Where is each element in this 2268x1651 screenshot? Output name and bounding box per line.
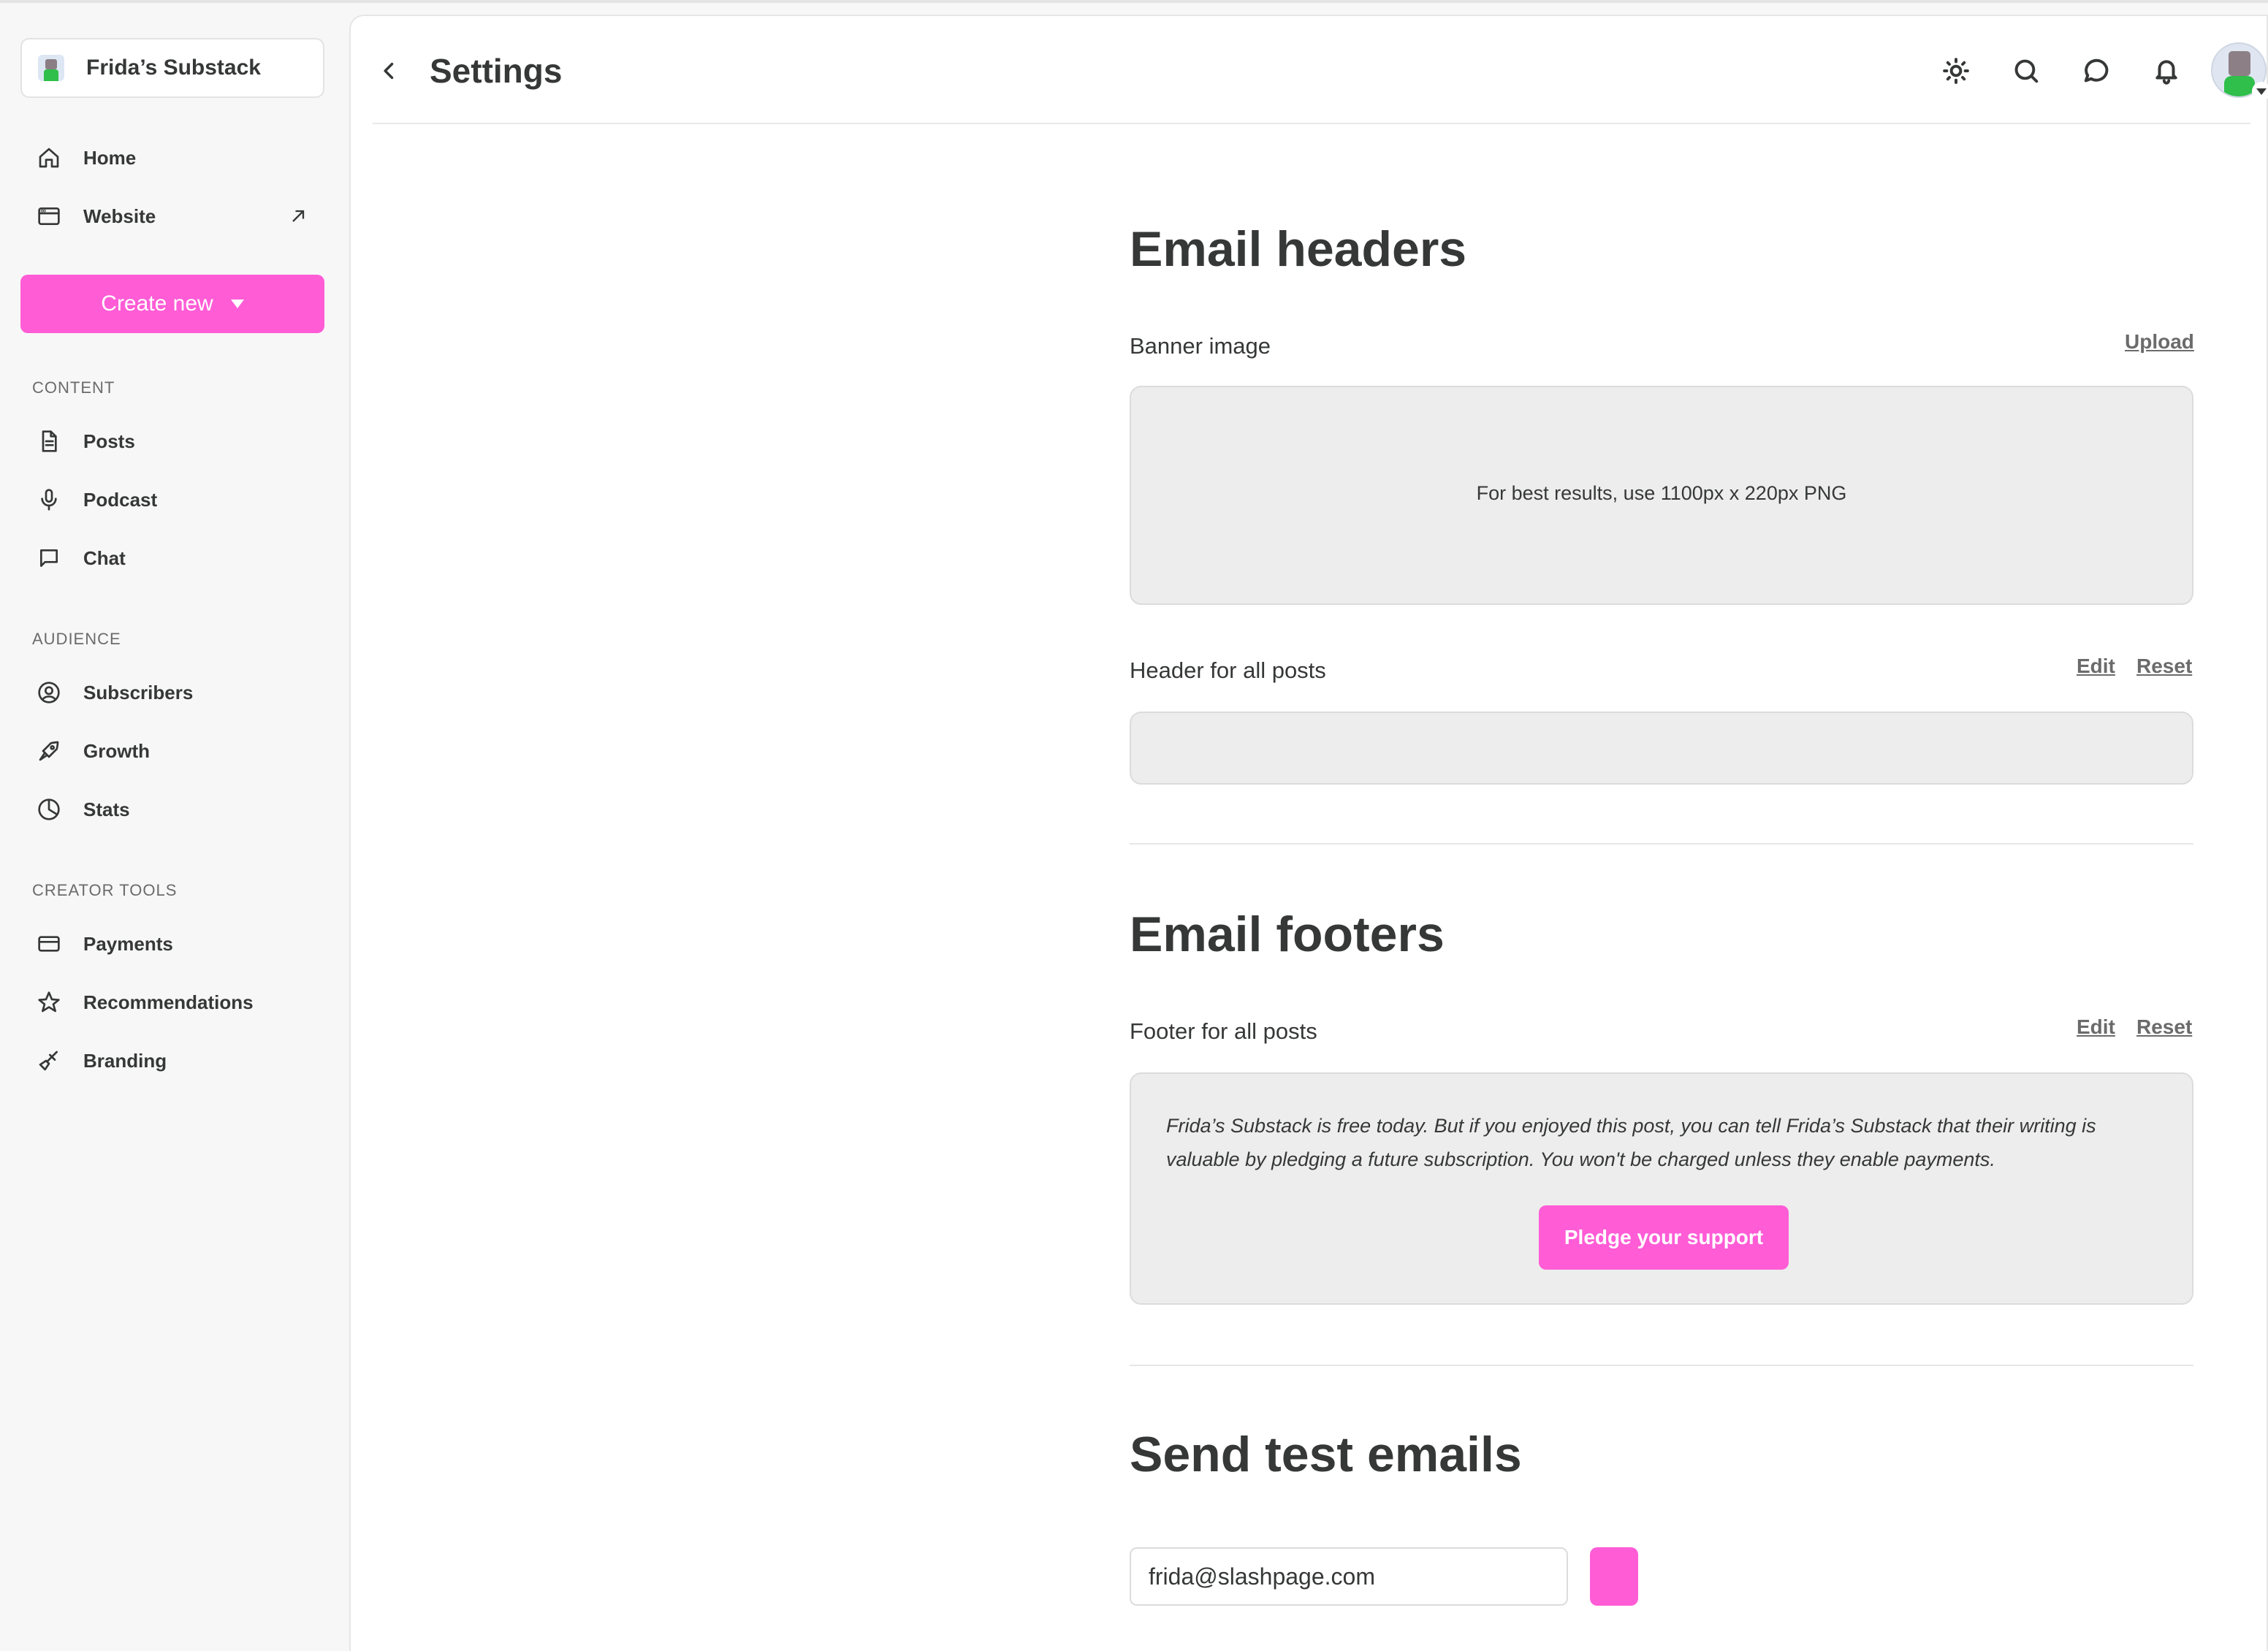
sidebar-item-growth[interactable]: Growth xyxy=(20,725,324,777)
sidebar-item-label: Recommendations xyxy=(83,991,254,1013)
search-icon xyxy=(2014,59,2039,83)
pie-chart-icon xyxy=(37,797,61,822)
sidebar-item-chat[interactable]: Chat xyxy=(20,532,324,584)
caret-down-icon xyxy=(230,300,244,308)
sidebar-item-label: Posts xyxy=(83,430,135,452)
section-title-audience: AUDIENCE xyxy=(32,630,121,648)
notifications-button[interactable] xyxy=(2150,54,2183,88)
footer-preview-text: Frida’s Substack is free today. But if y… xyxy=(1166,1115,2096,1170)
sidebar-item-podcast[interactable]: Podcast xyxy=(20,473,324,526)
user-circle-icon xyxy=(37,680,61,705)
sidebar-item-label: Growth xyxy=(83,739,150,762)
chevron-left-icon xyxy=(384,62,394,80)
microphone-icon xyxy=(37,487,61,512)
send-test-email-button[interactable] xyxy=(1590,1547,1638,1606)
search-button[interactable] xyxy=(2009,54,2043,88)
banner-image-dropzone[interactable]: For best results, use 1100px x 220px PNG xyxy=(1130,386,2193,605)
sidebar-item-stats[interactable]: Stats xyxy=(20,783,324,836)
email-headers-title: Email headers xyxy=(1130,221,1467,277)
theme-toggle-button[interactable] xyxy=(1939,54,1973,88)
footer-preview-box: Frida’s Substack is free today. But if y… xyxy=(1130,1072,2193,1305)
pledge-support-button[interactable]: Pledge your support xyxy=(1539,1205,1789,1270)
sidebar-item-posts[interactable]: Posts xyxy=(20,415,324,468)
caret-down-icon xyxy=(2252,82,2268,101)
sidebar-item-label: Podcast xyxy=(83,488,158,511)
sidebar-item-label: Chat xyxy=(83,546,126,569)
footer-edit-link[interactable]: Edit xyxy=(2077,1015,2115,1039)
account-menu-button[interactable] xyxy=(2211,42,2268,102)
header-reset-link[interactable]: Reset xyxy=(2136,655,2192,678)
browser-window-icon xyxy=(37,204,61,229)
page-title: Settings xyxy=(430,52,563,90)
sidebar-item-label: Website xyxy=(83,205,156,227)
section-divider xyxy=(1130,843,2193,844)
email-footers-title: Email footers xyxy=(1130,907,1445,962)
sidebar-item-label: Payments xyxy=(83,932,173,955)
header-preview-box xyxy=(1130,712,2193,785)
sidebar-item-label: Branding xyxy=(83,1049,167,1072)
banner-hint: For best results, use 1100px x 220px PNG xyxy=(1476,482,1847,504)
publication-name: Frida’s Substack xyxy=(86,56,261,80)
sidebar-item-subscribers[interactable]: Subscribers xyxy=(20,666,324,719)
sidebar-item-branding[interactable]: Branding xyxy=(20,1034,324,1087)
section-divider xyxy=(1130,1365,2193,1366)
chat-bubble-icon xyxy=(37,546,61,571)
external-link-icon xyxy=(288,206,308,226)
test-email-input[interactable] xyxy=(1130,1547,1568,1606)
sidebar-item-recommendations[interactable]: Recommendations xyxy=(20,976,324,1029)
section-title-content: CONTENT xyxy=(32,378,115,397)
rocket-icon xyxy=(37,739,61,763)
header-edit-link[interactable]: Edit xyxy=(2077,655,2115,678)
sun-icon xyxy=(1943,58,1969,84)
sidebar-item-home[interactable]: Home xyxy=(20,131,324,184)
create-new-label: Create new xyxy=(101,291,213,316)
upload-banner-link[interactable]: Upload xyxy=(2125,330,2194,354)
sidebar-item-label: Subscribers xyxy=(83,681,194,704)
banner-image-label: Banner image xyxy=(1130,333,1271,359)
top-bar: Settings xyxy=(373,16,2268,124)
publication-switcher[interactable]: Frida’s Substack xyxy=(20,38,324,98)
footer-reset-link[interactable]: Reset xyxy=(2136,1015,2192,1039)
back-button[interactable] xyxy=(373,54,406,88)
sidebar-item-label: Home xyxy=(83,146,137,169)
create-new-button[interactable]: Create new xyxy=(20,275,324,333)
home-icon xyxy=(37,145,61,170)
sidebar: Frida’s Substack Home Website Create new… xyxy=(0,3,349,1651)
document-icon xyxy=(37,429,61,454)
sidebar-item-label: Stats xyxy=(83,798,130,820)
send-test-emails-title: Send test emails xyxy=(1130,1427,1522,1482)
footer-all-posts-label: Footer for all posts xyxy=(1130,1018,1317,1044)
chat-bubble-icon xyxy=(2084,58,2109,83)
bell-icon xyxy=(2155,60,2177,85)
main-panel: Settings Email headers Banner image Uplo… xyxy=(349,15,2268,1651)
section-title-creator-tools: CREATOR TOOLS xyxy=(32,881,178,899)
publication-logo xyxy=(38,55,64,81)
credit-card-icon xyxy=(37,931,61,956)
star-icon xyxy=(37,990,61,1015)
sidebar-item-website[interactable]: Website xyxy=(20,190,324,243)
sidebar-item-payments[interactable]: Payments xyxy=(20,918,324,970)
paintbrush-icon xyxy=(37,1048,61,1073)
header-all-posts-label: Header for all posts xyxy=(1130,657,1326,683)
chat-button[interactable] xyxy=(2079,54,2113,88)
